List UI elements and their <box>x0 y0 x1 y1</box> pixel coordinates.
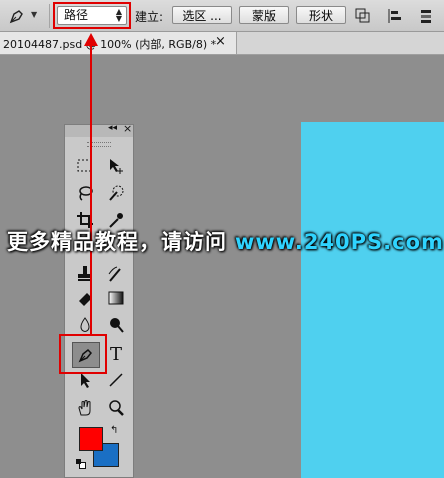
history-brush-icon <box>108 266 121 282</box>
foreground-color-swatch[interactable] <box>79 427 103 451</box>
lasso-tool[interactable] <box>74 182 96 204</box>
make-label: 建立: <box>135 10 164 24</box>
document-tab[interactable]: 20104487.psd @ 100% (内部, RGB/8) * × <box>0 32 237 54</box>
close-panel-icon[interactable]: × <box>123 122 132 135</box>
history-brush-tool[interactable] <box>105 263 127 285</box>
hand-icon <box>78 400 91 416</box>
zoom-tool[interactable] <box>105 397 127 419</box>
close-icon[interactable]: × <box>215 34 226 49</box>
pen-tool-preset-picker[interactable]: ▼ <box>7 6 43 26</box>
document-canvas[interactable] <box>301 122 444 478</box>
dodge-icon <box>110 318 124 333</box>
quick-selection-tool[interactable] <box>105 182 127 204</box>
gradient-tool[interactable] <box>105 287 127 309</box>
toolbar-separator <box>49 4 50 28</box>
options-bar: ▼ 路径 ▲ ▼ 建立: 选区 ... 蒙版 形状 <box>0 0 444 32</box>
move-icon <box>110 159 123 174</box>
document-tab-title: 20104487.psd @ 100% (内部, RGB/8) * <box>3 38 217 51</box>
collapse-panel-icon[interactable]: ◂◂ <box>108 123 117 133</box>
hand-tool[interactable] <box>74 397 96 419</box>
path-alignment-icon <box>388 9 401 23</box>
watermark-url: www.240PS.com <box>235 230 444 254</box>
gradient-icon <box>108 291 124 305</box>
swap-colors-icon[interactable]: ↰ <box>110 425 118 436</box>
tools-panel-header[interactable]: ◂◂ × <box>65 122 133 137</box>
rectangular-marquee-tool[interactable] <box>74 155 96 177</box>
line-icon <box>109 373 123 387</box>
move-tool[interactable] <box>105 155 127 177</box>
document-tab-bar: 20104487.psd @ 100% (内部, RGB/8) * × <box>0 32 444 55</box>
quick-selection-icon <box>109 185 124 201</box>
type-icon: T <box>109 343 122 365</box>
blur-icon <box>80 317 90 332</box>
clone-stamp-tool[interactable] <box>74 263 96 285</box>
marquee-icon <box>77 159 92 172</box>
pen-tool-highlight <box>59 334 107 374</box>
mode-select-highlight <box>53 2 131 29</box>
shape-button[interactable]: 形状 <box>296 6 346 24</box>
line-tool[interactable] <box>105 369 127 391</box>
path-arrangement-button[interactable] <box>418 7 436 25</box>
eraser-icon <box>79 293 92 306</box>
path-arrangement-icon <box>421 10 431 23</box>
tools-panel: ◂◂ × T ↰ <box>64 122 134 478</box>
watermark-text: 更多精品教程，请访问 <box>7 230 227 254</box>
type-tool[interactable]: T <box>105 343 127 365</box>
panel-grip[interactable] <box>87 142 111 147</box>
eraser-tool[interactable] <box>74 287 96 309</box>
lasso-icon <box>79 186 93 201</box>
zoom-icon <box>109 400 124 416</box>
watermark-banner: 更多精品教程，请访问 www.240PS.com <box>7 226 444 256</box>
path-alignment-button[interactable] <box>386 7 404 25</box>
default-fg-square <box>76 459 81 464</box>
mask-button[interactable]: 蒙版 <box>239 6 289 24</box>
selection-button[interactable]: 选区 ... <box>172 6 232 24</box>
chevron-down-icon: ▼ <box>31 10 38 19</box>
blur-tool[interactable] <box>74 314 96 336</box>
path-operations-button[interactable] <box>354 7 372 25</box>
dodge-tool[interactable] <box>105 314 127 336</box>
default-colors-icon[interactable] <box>76 459 86 469</box>
path-operations-icon <box>355 8 370 23</box>
stamp-icon <box>78 266 92 281</box>
pen-icon <box>9 10 23 24</box>
